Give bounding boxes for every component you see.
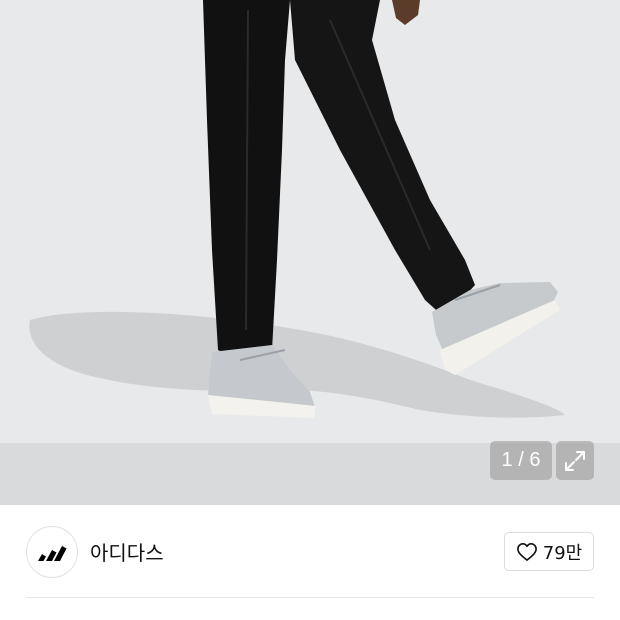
heart-outline-icon bbox=[516, 542, 537, 561]
brand-name[interactable]: 아디다스 bbox=[90, 537, 164, 566]
expand-icon bbox=[565, 450, 585, 471]
product-photo bbox=[0, 0, 620, 505]
product-image-gallery[interactable]: 1 / 6 bbox=[0, 0, 620, 505]
adidas-logo-icon bbox=[38, 546, 67, 561]
divider bbox=[26, 597, 594, 598]
expand-button[interactable] bbox=[556, 441, 594, 480]
image-counter: 1 / 6 bbox=[490, 441, 552, 480]
brand-logo[interactable] bbox=[26, 526, 78, 578]
like-count: 79만 bbox=[542, 542, 583, 564]
like-button[interactable]: 79만 bbox=[504, 532, 594, 571]
brand-row: 아디다스 79만 bbox=[0, 505, 620, 597]
